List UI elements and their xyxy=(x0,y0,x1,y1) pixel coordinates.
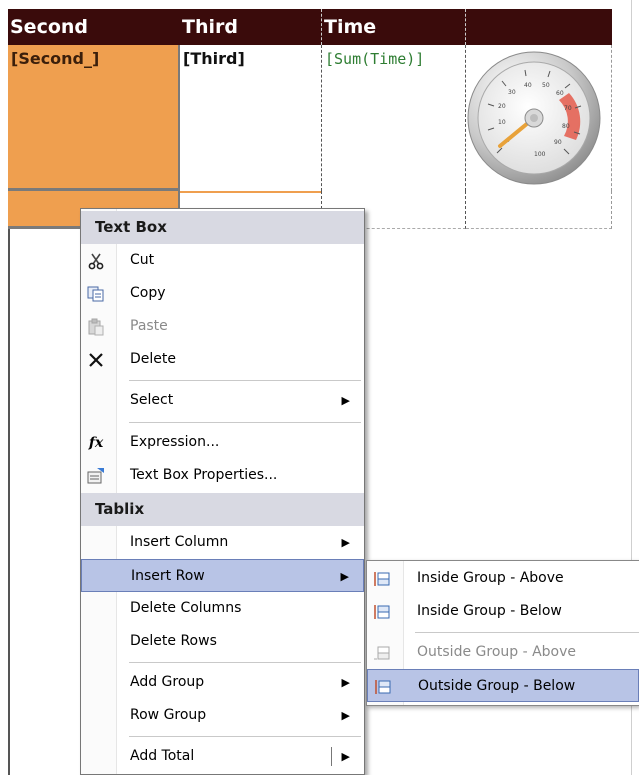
svg-text:100: 100 xyxy=(534,151,546,158)
menu-separator xyxy=(129,662,361,663)
menu-item-add-group[interactable]: Add Group ▶ xyxy=(81,666,364,699)
header-time[interactable]: Time xyxy=(321,9,466,45)
menu-label-expression: Expression... xyxy=(130,434,220,450)
submenu-item-inside-group-above[interactable]: Inside Group - Above xyxy=(367,562,639,595)
menu-label-paste: Paste xyxy=(130,318,168,334)
menu-separator xyxy=(129,736,361,737)
menu-label-add-group: Add Group xyxy=(130,674,205,690)
svg-text:70: 70 xyxy=(564,105,572,112)
insert-row-submenu: Inside Group - Above Inside Group - Belo… xyxy=(366,560,639,706)
menu-item-insert-column[interactable]: Insert Column ▶ xyxy=(81,526,364,559)
svg-text:90: 90 xyxy=(554,139,562,146)
submenu-arrow-icon: ▶ xyxy=(341,536,350,549)
menu-label-insert-row: Insert Row xyxy=(131,568,205,584)
menu-label-row-group: Row Group xyxy=(130,707,207,723)
submenu-item-inside-group-below[interactable]: Inside Group - Below xyxy=(367,595,639,628)
scissors-icon xyxy=(87,252,105,270)
menu-item-expression[interactable]: fx Expression... xyxy=(81,426,364,459)
insert-row-outside-below-icon xyxy=(374,678,392,696)
row2-cell-gauge[interactable] xyxy=(466,191,612,229)
menu-section-tablix: Tablix xyxy=(81,493,364,526)
menu-item-text-box-properties[interactable]: Text Box Properties... xyxy=(81,459,364,492)
menu-separator xyxy=(129,380,361,381)
svg-text:40: 40 xyxy=(524,82,532,89)
menu-item-copy[interactable]: Copy xyxy=(81,277,364,310)
cell-third[interactable]: [Third] xyxy=(180,45,321,191)
submenu-arrow-icon: ▶ xyxy=(341,750,350,763)
properties-icon xyxy=(87,467,105,485)
menu-label-text-box-properties: Text Box Properties... xyxy=(130,467,278,483)
submenu-separator xyxy=(415,632,639,633)
fx-icon: fx xyxy=(88,435,104,451)
submenu-label-outside-above: Outside Group - Above xyxy=(417,644,577,660)
menu-item-insert-row[interactable]: Insert Row ▶ xyxy=(81,559,364,592)
menu-item-delete[interactable]: Delete xyxy=(81,343,364,376)
header-second[interactable]: Second xyxy=(8,9,180,45)
svg-text:50: 50 xyxy=(542,82,550,89)
menu-label-add-total: Add Total xyxy=(130,748,195,764)
submenu-label-outside-below: Outside Group - Below xyxy=(418,678,576,694)
svg-text:10: 10 xyxy=(498,119,506,126)
cell-second[interactable]: [Second_] xyxy=(8,45,180,191)
submenu-arrow-icon: ▶ xyxy=(341,709,350,722)
insert-row-below-icon xyxy=(373,603,391,621)
menu-label-delete: Delete xyxy=(130,351,176,367)
menu-label-insert-column: Insert Column xyxy=(130,534,229,550)
menu-item-delete-rows[interactable]: Delete Rows xyxy=(81,625,364,658)
design-surface-border xyxy=(8,229,10,775)
menu-item-row-group[interactable]: Row Group ▶ xyxy=(81,699,364,732)
menu-section-text-box: Text Box xyxy=(81,211,364,244)
submenu-arrow-icon: ▶ xyxy=(340,570,349,583)
menu-item-cut[interactable]: Cut xyxy=(81,244,364,277)
insert-row-above-icon xyxy=(373,570,391,588)
submenu-item-outside-group-above[interactable]: Outside Group - Above xyxy=(367,636,639,669)
menu-label-copy: Copy xyxy=(130,285,166,301)
menu-label-delete-rows: Delete Rows xyxy=(130,633,217,649)
paste-icon xyxy=(87,318,105,336)
menu-item-paste[interactable]: Paste xyxy=(81,310,364,343)
submenu-label-inside-above: Inside Group - Above xyxy=(417,570,564,586)
header-third[interactable]: Third xyxy=(180,9,321,45)
menu-item-add-total[interactable]: Add Total ▶ xyxy=(81,740,364,773)
insert-row-outside-above-icon xyxy=(373,644,391,662)
menu-label-delete-columns: Delete Columns xyxy=(130,600,242,616)
menu-item-delete-columns[interactable]: Delete Columns xyxy=(81,592,364,625)
menu-label-cut: Cut xyxy=(130,252,155,268)
submenu-arrow-icon: ▶ xyxy=(341,676,350,689)
radial-gauge-icon: 0 10 20 30 40 50 60 70 80 90 100 xyxy=(467,51,601,185)
menu-separator xyxy=(129,422,361,423)
cell-sum-time[interactable]: [Sum(Time)] xyxy=(321,45,466,191)
split-divider xyxy=(331,747,332,766)
submenu-item-outside-group-below[interactable]: Outside Group - Below xyxy=(367,669,639,702)
delete-x-icon xyxy=(87,351,105,369)
copy-icon xyxy=(87,285,105,303)
svg-text:80: 80 xyxy=(562,123,570,130)
context-menu: Text Box Cut Copy Paste Delete Select ▶ … xyxy=(80,208,365,775)
svg-text:60: 60 xyxy=(556,90,564,97)
cell-gauge[interactable]: 0 10 20 30 40 50 60 70 80 90 100 xyxy=(466,45,612,191)
menu-label-select: Select xyxy=(130,392,174,408)
svg-text:30: 30 xyxy=(508,89,516,96)
submenu-label-inside-below: Inside Group - Below xyxy=(417,603,562,619)
svg-text:20: 20 xyxy=(498,103,506,110)
submenu-arrow-icon: ▶ xyxy=(341,394,350,407)
menu-item-select[interactable]: Select ▶ xyxy=(81,384,364,417)
